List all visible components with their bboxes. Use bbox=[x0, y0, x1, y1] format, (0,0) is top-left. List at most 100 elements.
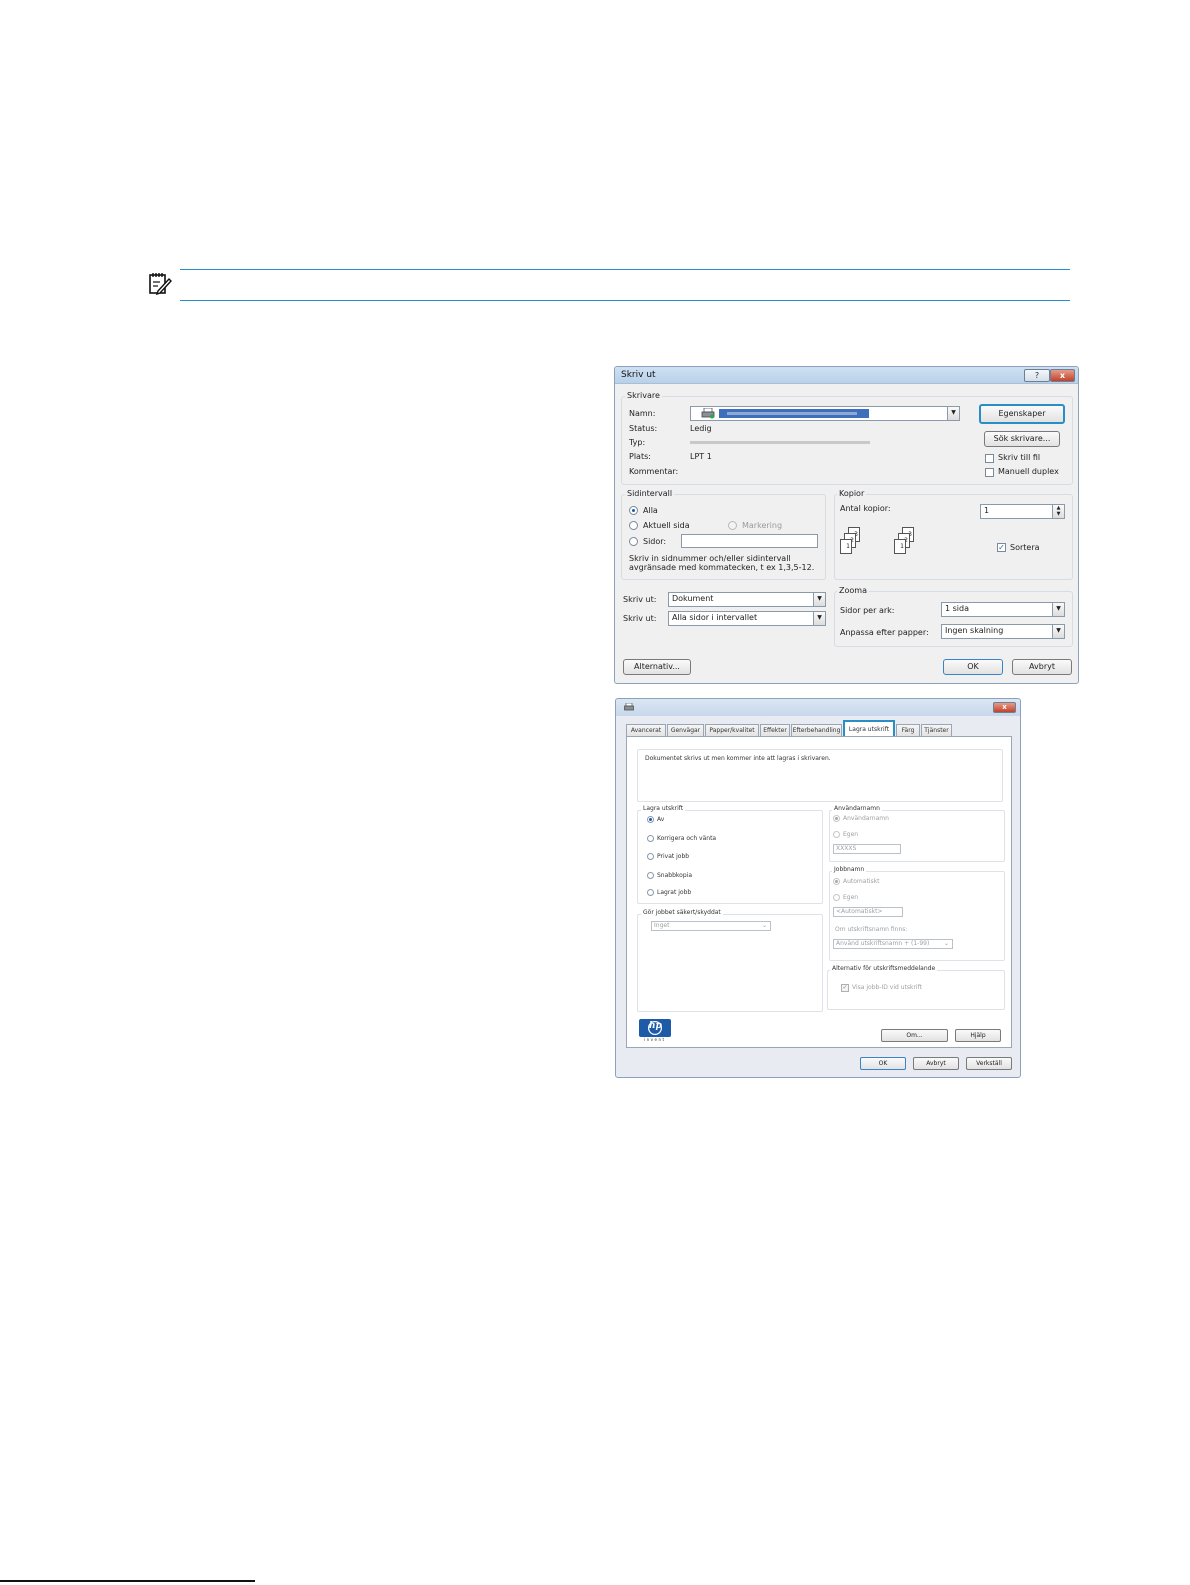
secure-job-select[interactable]: Inget ⌄ bbox=[651, 921, 771, 931]
job-name-input[interactable]: <Automatiskt> bbox=[833, 907, 903, 917]
storage-off-radio[interactable] bbox=[647, 816, 654, 823]
selection-radio[interactable] bbox=[728, 521, 737, 530]
about-button[interactable]: Om... bbox=[881, 1029, 948, 1042]
stored-job-radio[interactable] bbox=[647, 889, 654, 896]
copies-count-input[interactable]: 1 ▲ ▼ bbox=[980, 504, 1065, 519]
all-pages-label: Alla bbox=[643, 506, 658, 515]
chevron-down-icon[interactable]: ▼ bbox=[1052, 625, 1064, 638]
scale-to-paper-value: Ingen skalning bbox=[945, 626, 1004, 635]
print-dialog: Skriv ut ? x Skrivare Namn: ▼ Egenskaper… bbox=[614, 366, 1079, 684]
scale-to-paper-select[interactable]: Ingen skalning ▼ bbox=[941, 624, 1065, 639]
chevron-down-icon: ⌄ bbox=[943, 940, 949, 947]
copies-group-label: Kopior bbox=[837, 489, 867, 498]
page-icon: 1 bbox=[840, 539, 852, 554]
properties-dialog: x Avancerat Genvägar Papper/kvalitet Eff… bbox=[615, 698, 1021, 1078]
find-printer-button[interactable]: Sök skrivare... bbox=[984, 431, 1060, 447]
status-label: Status: bbox=[629, 424, 658, 433]
job-storage-label: Lagra utskrift bbox=[641, 805, 686, 812]
spinner-icon[interactable]: ▲ ▼ bbox=[1052, 505, 1064, 518]
storage-off-label: Av bbox=[657, 816, 665, 823]
custom-job-radio[interactable] bbox=[833, 894, 840, 901]
chevron-down-icon[interactable]: ▼ bbox=[947, 407, 959, 420]
cancel-button[interactable]: Avbryt bbox=[913, 1057, 959, 1070]
print-what-select[interactable]: Dokument ▼ bbox=[668, 592, 826, 607]
secure-job-label: Gör jobbet säkert/skyddat bbox=[641, 909, 723, 916]
hp-logo-text: hp bbox=[649, 1021, 662, 1031]
footer-rule bbox=[0, 1580, 255, 1582]
pages-input[interactable] bbox=[681, 534, 818, 548]
comment-label: Kommentar: bbox=[629, 467, 679, 476]
chevron-down-icon[interactable]: ▼ bbox=[813, 593, 825, 606]
all-pages-radio[interactable] bbox=[629, 506, 638, 515]
print-dialog-titlebar: Skriv ut ? x bbox=[615, 367, 1078, 384]
page-range-label: Sidintervall bbox=[625, 489, 675, 498]
current-page-label: Aktuell sida bbox=[643, 521, 690, 530]
tab-effects[interactable]: Effekter bbox=[760, 724, 790, 736]
options-button[interactable]: Alternativ... bbox=[623, 659, 691, 675]
printer-icon bbox=[701, 408, 715, 419]
cancel-button[interactable]: Avbryt bbox=[1012, 659, 1072, 675]
print-value: Alla sidor i intervallet bbox=[672, 613, 758, 622]
tab-advanced[interactable]: Avancerat bbox=[626, 724, 666, 736]
printer-name-select[interactable]: ▼ bbox=[690, 406, 960, 421]
stored-job-label: Lagrat jobb bbox=[657, 889, 692, 896]
help-button[interactable]: Hjälp bbox=[955, 1029, 1001, 1042]
properties-button[interactable]: Egenskaper bbox=[979, 404, 1065, 424]
custom-user-radio[interactable] bbox=[833, 831, 840, 838]
location-label: Plats: bbox=[629, 452, 651, 461]
tab-services[interactable]: Tjänster bbox=[921, 724, 952, 736]
type-label: Typ: bbox=[629, 438, 646, 447]
show-job-id-checkbox[interactable]: ✓ bbox=[841, 984, 849, 992]
scale-to-paper-label: Anpassa efter papper: bbox=[840, 628, 929, 637]
private-job-label: Privat jobb bbox=[657, 853, 690, 860]
printer-icon bbox=[624, 703, 634, 711]
print-to-file-checkbox[interactable] bbox=[985, 454, 994, 463]
show-job-id-label: Visa jobb-ID vid utskrift bbox=[852, 984, 922, 991]
close-button[interactable]: x bbox=[1050, 369, 1075, 382]
proof-hold-label: Korrigera och vänta bbox=[657, 835, 717, 842]
tab-paper-quality[interactable]: Papper/kvalitet bbox=[705, 724, 759, 736]
manual-duplex-label: Manuell duplex bbox=[998, 467, 1059, 476]
apply-button[interactable]: Verkställ bbox=[966, 1057, 1012, 1070]
private-job-radio[interactable] bbox=[647, 853, 654, 860]
proof-hold-radio[interactable] bbox=[647, 835, 654, 842]
close-button[interactable]: x bbox=[993, 702, 1016, 713]
tab-finishing[interactable]: Efterbehandling bbox=[791, 724, 842, 736]
chevron-down-icon[interactable]: ▼ bbox=[1052, 603, 1064, 616]
ok-button[interactable]: OK bbox=[860, 1057, 906, 1070]
printer-name-label: Namn: bbox=[629, 409, 656, 418]
pages-radio[interactable] bbox=[629, 537, 638, 546]
printer-group-label: Skrivare bbox=[625, 391, 662, 400]
custom-job-label: Egen bbox=[843, 894, 859, 901]
tab-color[interactable]: Färg bbox=[896, 724, 920, 736]
automatic-job-radio[interactable] bbox=[833, 878, 840, 885]
current-page-radio[interactable] bbox=[629, 521, 638, 530]
job-exists-select[interactable]: Använd utskriftsnamn + (1-99) ⌄ bbox=[833, 939, 953, 949]
notification-label: Alternativ för utskriftsmeddelande bbox=[830, 965, 938, 972]
help-button[interactable]: ? bbox=[1024, 369, 1050, 382]
print-select[interactable]: Alla sidor i intervallet ▼ bbox=[668, 611, 826, 626]
pages-per-sheet-select[interactable]: 1 sida ▼ bbox=[941, 602, 1065, 617]
manual-duplex-checkbox[interactable] bbox=[985, 468, 994, 477]
tab-job-storage[interactable]: Lagra utskrift bbox=[843, 720, 895, 736]
user-name-radio[interactable] bbox=[833, 815, 840, 822]
collate-checkbox[interactable]: ✓ bbox=[997, 543, 1006, 552]
page-range-hint-1: Skriv in sidnummer och/eller sidinterval… bbox=[629, 554, 791, 563]
job-exists-value: Använd utskriftsnamn + (1-99) bbox=[836, 940, 930, 947]
zoom-group-label: Zooma bbox=[837, 586, 869, 595]
secure-job-value: Inget bbox=[654, 922, 670, 929]
pages-per-sheet-label: Sidor per ark: bbox=[840, 606, 895, 615]
chevron-down-icon[interactable]: ▼ bbox=[813, 612, 825, 625]
copies-count-label: Antal kopior: bbox=[840, 504, 891, 513]
ok-button[interactable]: OK bbox=[943, 659, 1003, 675]
properties-dialog-titlebar: x bbox=[616, 699, 1020, 716]
page-icon: 1 bbox=[894, 539, 906, 554]
quick-copy-label: Snabbkopia bbox=[657, 872, 692, 879]
user-name-input[interactable]: XXXXS bbox=[833, 844, 901, 854]
copies-count-value: 1 bbox=[984, 506, 990, 515]
printer-name-value bbox=[719, 409, 869, 418]
print-what-label: Skriv ut: bbox=[623, 595, 657, 604]
tab-shortcuts[interactable]: Genvägar bbox=[667, 724, 704, 736]
quick-copy-radio[interactable] bbox=[647, 872, 654, 879]
pages-per-sheet-value: 1 sida bbox=[945, 604, 970, 613]
